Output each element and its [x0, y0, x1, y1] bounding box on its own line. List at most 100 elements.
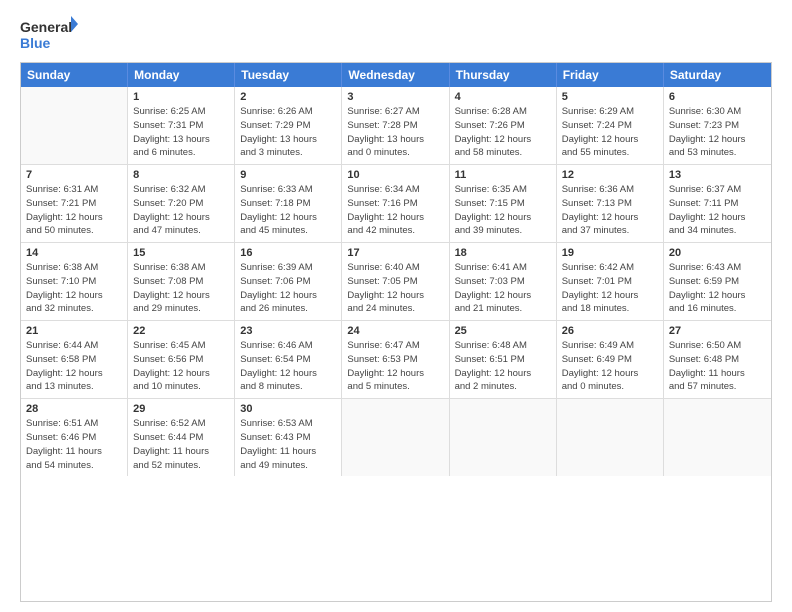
day-number: 28	[26, 403, 122, 415]
page: General Blue SundayMondayTuesdayWednesda…	[0, 0, 792, 612]
calendar-cell: 25 Sunrise: 6:48 AM Sunset: 6:51 PM Dayli…	[450, 321, 557, 398]
day-number: 8	[133, 169, 229, 181]
calendar-header-cell: Wednesday	[342, 63, 449, 87]
sun-info: Sunrise: 6:43 AM Sunset: 6:59 PM Dayligh…	[669, 261, 766, 316]
sun-info: Sunrise: 6:37 AM Sunset: 7:11 PM Dayligh…	[669, 183, 766, 238]
calendar-cell: 21Sunrise: 6:44 AM Sunset: 6:58 PM Dayli…	[21, 321, 128, 398]
sun-info: Sunrise: 6:52 AM Sunset: 6:44 PM Dayligh…	[133, 417, 229, 472]
calendar-cell: 11Sunrise: 6:35 AM Sunset: 7:15 PM Dayli…	[450, 165, 557, 242]
sun-info: Sunrise: 6:33 AM Sunset: 7:18 PM Dayligh…	[240, 183, 336, 238]
sun-info: Sunrise: 6:28 AM Sunset: 7:26 PM Dayligh…	[455, 105, 551, 160]
day-number: 14	[26, 247, 122, 259]
logo-icon: General Blue	[20, 16, 80, 54]
sun-info: Sunrise: 6:45 AM Sunset: 6:56 PM Dayligh…	[133, 339, 229, 394]
day-number: 7	[26, 169, 122, 181]
calendar-cell: 23 Sunrise: 6:46 AM Sunset: 6:54 PM Dayli…	[235, 321, 342, 398]
day-number: 2	[240, 91, 336, 103]
sun-info: Sunrise: 6:42 AM Sunset: 7:01 PM Dayligh…	[562, 261, 658, 316]
calendar-cell	[557, 399, 664, 476]
day-number: 4	[455, 91, 551, 103]
calendar-header-cell: Friday	[557, 63, 664, 87]
calendar-cell: 10 Sunrise: 6:34 AM Sunset: 7:16 PM Dayli…	[342, 165, 449, 242]
svg-text:Blue: Blue	[20, 35, 51, 51]
calendar-cell	[450, 399, 557, 476]
sun-info: Sunrise: 6:39 AM Sunset: 7:06 PM Dayligh…	[240, 261, 336, 316]
day-number: 29	[133, 403, 229, 415]
sun-info: Sunrise: 6:29 AM Sunset: 7:24 PM Dayligh…	[562, 105, 658, 160]
calendar: SundayMondayTuesdayWednesdayThursdayFrid…	[20, 62, 772, 602]
day-number: 1	[133, 91, 229, 103]
calendar-cell: 8 Sunrise: 6:32 AM Sunset: 7:20 PM Daylig…	[128, 165, 235, 242]
day-number: 26	[562, 325, 658, 337]
calendar-cell: 27 Sunrise: 6:50 AM Sunset: 6:48 PM Dayli…	[664, 321, 771, 398]
day-number: 6	[669, 91, 766, 103]
calendar-cell: 5Sunrise: 6:29 AM Sunset: 7:24 PM Daylig…	[557, 87, 664, 164]
sun-info: Sunrise: 6:49 AM Sunset: 6:49 PM Dayligh…	[562, 339, 658, 394]
calendar-row: 21Sunrise: 6:44 AM Sunset: 6:58 PM Dayli…	[21, 321, 771, 399]
sun-info: Sunrise: 6:41 AM Sunset: 7:03 PM Dayligh…	[455, 261, 551, 316]
svg-text:General: General	[20, 19, 72, 35]
calendar-cell: 12 Sunrise: 6:36 AM Sunset: 7:13 PM Dayli…	[557, 165, 664, 242]
header: General Blue	[20, 16, 772, 54]
logo: General Blue	[20, 16, 80, 54]
calendar-cell: 13Sunrise: 6:37 AM Sunset: 7:11 PM Dayli…	[664, 165, 771, 242]
day-number: 9	[240, 169, 336, 181]
calendar-cell: 26 Sunrise: 6:49 AM Sunset: 6:49 PM Dayli…	[557, 321, 664, 398]
day-number: 12	[562, 169, 658, 181]
calendar-cell	[21, 87, 128, 164]
calendar-cell: 29 Sunrise: 6:52 AM Sunset: 6:44 PM Dayli…	[128, 399, 235, 476]
sun-info: Sunrise: 6:38 AM Sunset: 7:10 PM Dayligh…	[26, 261, 122, 316]
sun-info: Sunrise: 6:38 AM Sunset: 7:08 PM Dayligh…	[133, 261, 229, 316]
day-number: 25	[455, 325, 551, 337]
day-number: 24	[347, 325, 443, 337]
sun-info: Sunrise: 6:46 AM Sunset: 6:54 PM Dayligh…	[240, 339, 336, 394]
calendar-cell: 28 Sunrise: 6:51 AM Sunset: 6:46 PM Dayli…	[21, 399, 128, 476]
calendar-cell: 9 Sunrise: 6:33 AM Sunset: 7:18 PM Daylig…	[235, 165, 342, 242]
day-number: 3	[347, 91, 443, 103]
sun-info: Sunrise: 6:48 AM Sunset: 6:51 PM Dayligh…	[455, 339, 551, 394]
calendar-row: 1 Sunrise: 6:25 AM Sunset: 7:31 PM Daylig…	[21, 87, 771, 165]
calendar-cell: 18 Sunrise: 6:41 AM Sunset: 7:03 PM Dayli…	[450, 243, 557, 320]
sun-info: Sunrise: 6:26 AM Sunset: 7:29 PM Dayligh…	[240, 105, 336, 160]
calendar-cell	[342, 399, 449, 476]
sun-info: Sunrise: 6:53 AM Sunset: 6:43 PM Dayligh…	[240, 417, 336, 472]
calendar-cell: 30 Sunrise: 6:53 AM Sunset: 6:43 PM Dayli…	[235, 399, 342, 476]
day-number: 30	[240, 403, 336, 415]
sun-info: Sunrise: 6:27 AM Sunset: 7:28 PM Dayligh…	[347, 105, 443, 160]
calendar-header-cell: Saturday	[664, 63, 771, 87]
calendar-cell: 16 Sunrise: 6:39 AM Sunset: 7:06 PM Dayli…	[235, 243, 342, 320]
day-number: 22	[133, 325, 229, 337]
sun-info: Sunrise: 6:50 AM Sunset: 6:48 PM Dayligh…	[669, 339, 766, 394]
day-number: 11	[455, 169, 551, 181]
sun-info: Sunrise: 6:51 AM Sunset: 6:46 PM Dayligh…	[26, 417, 122, 472]
day-number: 18	[455, 247, 551, 259]
calendar-header-cell: Tuesday	[235, 63, 342, 87]
calendar-cell: 15 Sunrise: 6:38 AM Sunset: 7:08 PM Dayli…	[128, 243, 235, 320]
calendar-cell: 3 Sunrise: 6:27 AM Sunset: 7:28 PM Daylig…	[342, 87, 449, 164]
calendar-row: 14 Sunrise: 6:38 AM Sunset: 7:10 PM Dayli…	[21, 243, 771, 321]
day-number: 10	[347, 169, 443, 181]
calendar-cell: 2 Sunrise: 6:26 AM Sunset: 7:29 PM Daylig…	[235, 87, 342, 164]
calendar-cell: 14 Sunrise: 6:38 AM Sunset: 7:10 PM Dayli…	[21, 243, 128, 320]
day-number: 23	[240, 325, 336, 337]
day-number: 15	[133, 247, 229, 259]
sun-info: Sunrise: 6:25 AM Sunset: 7:31 PM Dayligh…	[133, 105, 229, 160]
day-number: 16	[240, 247, 336, 259]
calendar-header: SundayMondayTuesdayWednesdayThursdayFrid…	[21, 63, 771, 87]
calendar-cell: 1 Sunrise: 6:25 AM Sunset: 7:31 PM Daylig…	[128, 87, 235, 164]
day-number: 17	[347, 247, 443, 259]
calendar-cell: 24Sunrise: 6:47 AM Sunset: 6:53 PM Dayli…	[342, 321, 449, 398]
sun-info: Sunrise: 6:32 AM Sunset: 7:20 PM Dayligh…	[133, 183, 229, 238]
calendar-row: 7 Sunrise: 6:31 AM Sunset: 7:21 PM Daylig…	[21, 165, 771, 243]
sun-info: Sunrise: 6:40 AM Sunset: 7:05 PM Dayligh…	[347, 261, 443, 316]
calendar-body: 1 Sunrise: 6:25 AM Sunset: 7:31 PM Daylig…	[21, 87, 771, 476]
calendar-cell: 7 Sunrise: 6:31 AM Sunset: 7:21 PM Daylig…	[21, 165, 128, 242]
sun-info: Sunrise: 6:36 AM Sunset: 7:13 PM Dayligh…	[562, 183, 658, 238]
day-number: 27	[669, 325, 766, 337]
calendar-cell: 20 Sunrise: 6:43 AM Sunset: 6:59 PM Dayli…	[664, 243, 771, 320]
sun-info: Sunrise: 6:34 AM Sunset: 7:16 PM Dayligh…	[347, 183, 443, 238]
day-number: 21	[26, 325, 122, 337]
sun-info: Sunrise: 6:31 AM Sunset: 7:21 PM Dayligh…	[26, 183, 122, 238]
day-number: 20	[669, 247, 766, 259]
calendar-cell: 17 Sunrise: 6:40 AM Sunset: 7:05 PM Dayli…	[342, 243, 449, 320]
